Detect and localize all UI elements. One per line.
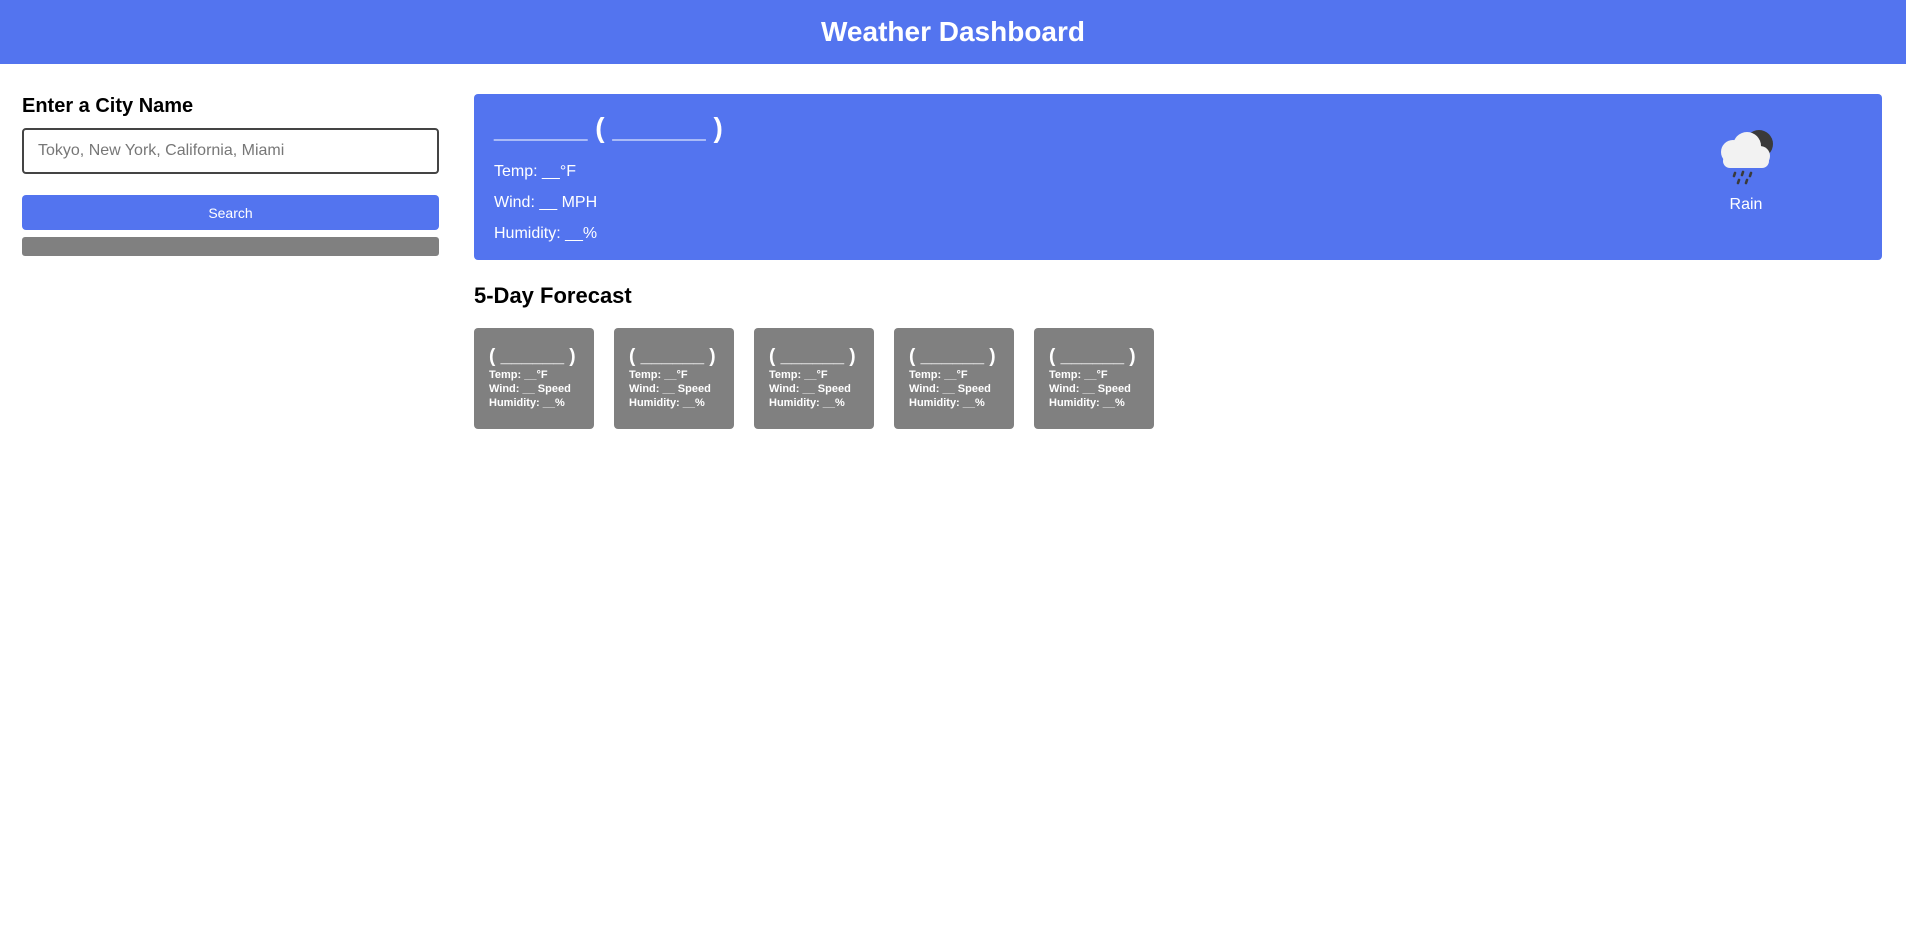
forecast-wind: Wind: __ Speed [769,383,851,395]
main-area: Enter a City Name Search ______ ( ______… [0,64,1906,931]
forecast-date: ( ______ ) [629,346,716,367]
current-temp: Temp: __°F [494,163,576,180]
forecast-card: ( ______ ) Temp: __°F Wind: __ Speed Hum… [754,328,874,429]
forecast-humidity: Humidity: __% [489,397,565,409]
forecast-humidity: Humidity: __% [1049,397,1125,409]
forecast-date: ( ______ ) [1049,346,1136,367]
search-sidebar: Enter a City Name Search [22,94,439,256]
forecast-heading: 5-Day Forecast [474,283,632,308]
city-search-input[interactable] [22,128,439,174]
current-wind: Wind: __ MPH [494,194,598,211]
forecast-card: ( ______ ) Temp: __°F Wind: __ Speed Hum… [474,328,594,429]
forecast-temp: Temp: __°F [1049,369,1108,381]
forecast-row: ( ______ ) Temp: __°F Wind: __ Speed Hum… [474,328,1882,429]
forecast-date: ( ______ ) [769,346,856,367]
forecast-wind: Wind: __ Speed [1049,383,1131,395]
current-humidity: Humidity: __% [494,225,598,242]
forecast-humidity: Humidity: __% [629,397,705,409]
forecast-date: ( ______ ) [909,346,996,367]
current-weather-description: Rain [1729,196,1763,213]
current-weather-icon-block: Rain [1696,124,1796,214]
forecast-wind: Wind: __ Speed [629,383,711,395]
search-button[interactable]: Search [22,195,439,230]
forecast-humidity: Humidity: __% [909,397,985,409]
forecast-temp: Temp: __°F [489,369,548,381]
search-history-bar[interactable] [22,237,439,256]
weather-content: ______ ( ______ ) Temp: __°F Wind: __ MP… [474,94,1882,429]
forecast-wind: Wind: __ Speed [489,383,571,395]
current-city-date: ______ ( ______ ) [494,112,723,143]
forecast-card: ( ______ ) Temp: __°F Wind: __ Speed Hum… [1034,328,1154,429]
rain-cloud-icon [1721,130,1773,185]
forecast-temp: Temp: __°F [909,369,968,381]
forecast-temp: Temp: __°F [629,369,688,381]
search-heading: Enter a City Name [22,95,194,117]
current-weather-card: ______ ( ______ ) Temp: __°F Wind: __ MP… [474,94,1882,260]
forecast-card: ( ______ ) Temp: __°F Wind: __ Speed Hum… [894,328,1014,429]
forecast-card: ( ______ ) Temp: __°F Wind: __ Speed Hum… [614,328,734,429]
forecast-wind: Wind: __ Speed [909,383,991,395]
page-title: Weather Dashboard [821,16,1085,47]
forecast-humidity: Humidity: __% [769,397,845,409]
app-header: Weather Dashboard [0,0,1906,64]
forecast-temp: Temp: __°F [769,369,828,381]
forecast-date: ( ______ ) [489,346,576,367]
